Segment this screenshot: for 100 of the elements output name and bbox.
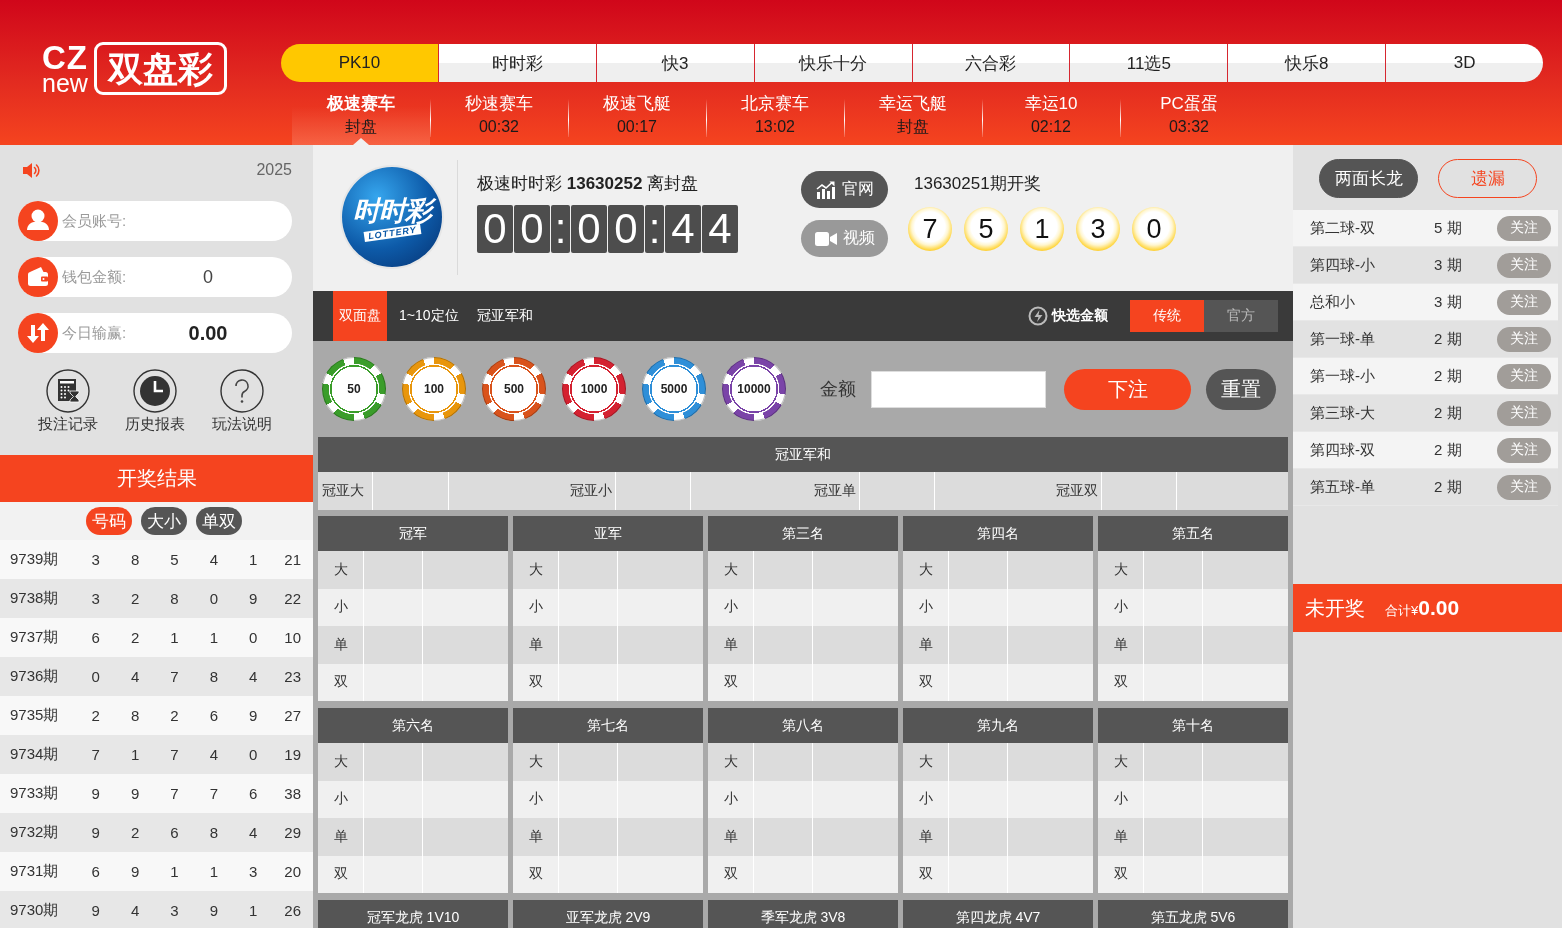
period-cell-text: 9734期 <box>9 745 60 764</box>
view-tab[interactable]: 大小 <box>141 507 187 535</box>
last-draw-label: 13630251期开奖 <box>914 173 1042 195</box>
section-title: 开奖结果 <box>0 455 313 502</box>
panel-header: 第四龙虎 4V7 <box>903 900 1093 928</box>
chip-button[interactable]: 1000 <box>562 357 626 421</box>
option-cell-text: 大 <box>527 751 544 771</box>
chip-button[interactable]: 50 <box>322 357 386 421</box>
option-cell: 冠亚单 <box>690 472 859 510</box>
option-cell-text: 冠亚大 <box>321 481 365 500</box>
number-cell-text: 9 <box>129 863 141 880</box>
sum-cell-text: 19 <box>283 746 302 763</box>
number-cell-text: 4 <box>129 668 141 685</box>
number-cell-text: 7 <box>208 785 220 802</box>
number-cell-text: 1 <box>129 746 141 763</box>
option-cell-text: 双 <box>527 672 544 692</box>
panel-header: 第三名 <box>708 516 898 551</box>
option-cell-text: 大 <box>1112 559 1129 579</box>
category-tab[interactable]: 快乐十分 <box>753 44 912 82</box>
streak-count: 2 期 <box>1434 403 1463 423</box>
chip-button[interactable]: 10000 <box>722 357 786 421</box>
number-cell-text: 5 <box>169 551 180 568</box>
streak-count: 2 期 <box>1434 477 1463 497</box>
quick-amount-button[interactable]: 快选金额 <box>1028 291 1108 341</box>
quick-link[interactable]: 玩法说明 <box>198 369 285 434</box>
game-tab[interactable]: 幸运10 02:12 <box>982 90 1120 145</box>
clock-icon <box>132 369 177 413</box>
help-icon <box>219 369 264 413</box>
option-cell-text: 小 <box>917 789 934 809</box>
number-cell-text: 3 <box>90 590 101 607</box>
number-cell-text: 7 <box>90 746 101 763</box>
panel-header: 冠军 <box>318 516 508 551</box>
number-cell-text: 9 <box>90 902 101 919</box>
number-cell-text: 6 <box>248 785 259 802</box>
number-cell-text: 2 <box>129 590 141 607</box>
game-tab[interactable]: 秒速赛车 00:32 <box>430 90 568 145</box>
panel-tab[interactable]: 两面长龙 <box>1319 159 1418 198</box>
number-cell-text: 1 <box>248 902 259 919</box>
category-tab[interactable]: 快3 <box>595 44 754 82</box>
game-tab[interactable]: PC蛋蛋 03:32 <box>1120 90 1258 145</box>
mode-tab[interactable]: 传统 <box>1130 300 1204 332</box>
streak-count: 5 期 <box>1434 218 1463 238</box>
number-cell-text: 1 <box>248 551 259 568</box>
game-tab[interactable]: 幸运飞艇 封盘 <box>844 90 982 145</box>
option-cell-text: 单 <box>332 634 349 654</box>
category-tab[interactable]: 快乐8 <box>1227 44 1386 82</box>
category-tab[interactable]: 六合彩 <box>911 44 1070 82</box>
number-cell-text: 3 <box>169 902 180 919</box>
period-cell-text: 9731期 <box>9 862 60 881</box>
category-tab[interactable]: 时时彩 <box>437 44 596 82</box>
sum-cell-text: 29 <box>283 824 302 841</box>
category-tab[interactable]: 11选5 <box>1069 44 1228 82</box>
streak-count: 3 期 <box>1434 255 1463 275</box>
category-tab[interactable]: 3D <box>1385 44 1543 82</box>
number-cell-text: 6 <box>208 707 220 724</box>
view-tab[interactable]: 单双 <box>196 507 242 535</box>
chip-button[interactable]: 100 <box>402 357 466 421</box>
game-tab[interactable]: 北京赛车 13:02 <box>706 90 844 145</box>
field-label: 今日输赢: <box>62 323 128 343</box>
option-cell-text: 双 <box>917 864 934 884</box>
website-button[interactable]: 官网 <box>801 171 888 208</box>
chip-button[interactable]: 5000 <box>642 357 706 421</box>
number-cell-text: 0 <box>90 668 101 685</box>
section-header: 冠亚军和 <box>318 437 1288 472</box>
category-tab[interactable]: PK10 <box>281 44 438 82</box>
number-cell-text: 2 <box>90 707 101 724</box>
field-value: 0 <box>202 266 214 288</box>
countdown-digit: 4 <box>665 205 701 253</box>
streak-name: 第一球-单 <box>1309 329 1376 349</box>
number-cell-text: 8 <box>208 668 220 685</box>
option-cell-text: 单 <box>722 634 739 654</box>
game-tab[interactable]: 极速飞艇 00:17 <box>568 90 706 145</box>
quick-link[interactable]: 投注记录 <box>24 369 111 434</box>
number-cell-text: 0 <box>248 629 259 646</box>
play-tab[interactable]: 双面盘 <box>333 291 387 341</box>
option-cell-text: 双 <box>917 672 934 692</box>
option-cell-text: 小 <box>332 597 349 617</box>
quick-link[interactable]: 历史报表 <box>111 369 198 434</box>
countdown-separator: : <box>551 205 570 253</box>
number-cell-text: 7 <box>169 746 180 763</box>
panel-header: 季军龙虎 3V8 <box>708 900 898 928</box>
reset-button[interactable]: 重置 <box>1206 368 1276 410</box>
option-cell-text: 小 <box>722 789 739 809</box>
view-tab[interactable]: 号码 <box>86 507 132 535</box>
period-cell-text: 9733期 <box>9 784 60 803</box>
play-tab[interactable]: 冠亚军和 <box>470 291 539 341</box>
number-cell-text: 4 <box>208 551 220 568</box>
sum-cell-text: 26 <box>283 902 302 919</box>
number-cell-text: 9 <box>248 590 259 607</box>
chart-icon <box>815 180 836 199</box>
play-tab[interactable]: 1~10定位 <box>393 291 465 341</box>
option-cell-text: 双 <box>332 672 349 692</box>
chip-button[interactable]: 500 <box>482 357 546 421</box>
mode-tab[interactable]: 官方 <box>1204 300 1278 332</box>
field-label: 钱包金额: <box>62 267 128 287</box>
submit-button[interactable]: 下注 <box>1064 368 1191 410</box>
panel-header: 第五龙虎 5V6 <box>1098 900 1288 928</box>
option-cell-text: 小 <box>527 789 544 809</box>
amount-input[interactable] <box>871 370 1046 408</box>
number-cell-text: 8 <box>208 824 220 841</box>
